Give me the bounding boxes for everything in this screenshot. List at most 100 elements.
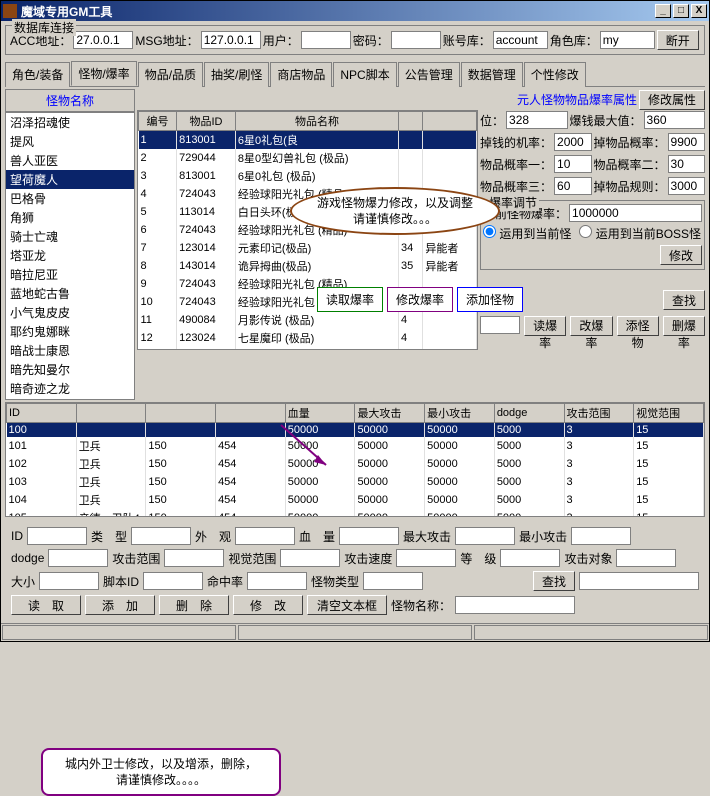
monster-item[interactable]: 角狮 <box>6 208 134 227</box>
maximize-button[interactable]: □ <box>673 4 689 18</box>
f-scriptid-input[interactable] <box>143 572 203 590</box>
monster-item[interactable]: 暗先知曼尔 <box>6 360 134 379</box>
acctdb-input[interactable] <box>493 31 548 49</box>
guard-col-header[interactable]: 最大攻击 <box>355 404 425 423</box>
prob2-input[interactable] <box>668 155 705 173</box>
item-row[interactable]: 8143014诡异拇曲(极品)35异能者 <box>139 257 477 275</box>
addmon-button[interactable]: 添怪物 <box>617 316 659 336</box>
f-size-input[interactable] <box>39 572 99 590</box>
modrate-button[interactable]: 改爆率 <box>570 316 612 336</box>
tab-3[interactable]: 抽奖/刷怪 <box>204 62 269 87</box>
guard-row[interactable]: 102卫兵1504545000050000500005000315 <box>7 455 704 473</box>
rule-input[interactable] <box>668 177 705 195</box>
find-button[interactable]: 查找 <box>663 290 705 310</box>
f-maxatk-input[interactable] <box>455 527 515 545</box>
prob1-input[interactable] <box>554 155 591 173</box>
f-hitrate-input[interactable] <box>247 572 307 590</box>
item-row[interactable]: 6724043经验球阳光礼包 (精品) <box>139 221 477 239</box>
guard-col-header[interactable]: dodge <box>494 404 564 423</box>
item-row[interactable]: 38130016星0礼包 (极品) <box>139 167 477 185</box>
item-table[interactable]: 编号物品ID物品名称18130016星0礼包(良 27290448星0型幻兽礼包… <box>137 110 478 350</box>
f-look-input[interactable] <box>235 527 295 545</box>
guard-row[interactable]: 101卫兵1504545000050000500005000315 <box>7 437 704 455</box>
guard-row[interactable]: 103卫兵1504545000050000500005000315 <box>7 473 704 491</box>
item-col-header[interactable]: 物品名称 <box>235 112 398 131</box>
user-input[interactable] <box>301 31 351 49</box>
tab-6[interactable]: 公告管理 <box>398 62 460 87</box>
monster-item[interactable]: 沼泽招魂使 <box>6 113 134 132</box>
delrate-button[interactable]: 删爆率 <box>663 316 705 336</box>
item-row[interactable]: 13143024神树年轮 (极品)42异能者 <box>139 347 477 350</box>
monster-item[interactable]: 暗战士康恩 <box>6 341 134 360</box>
item-row[interactable]: 9724043经验球阳光礼包 (精品) <box>139 275 477 293</box>
tab-4[interactable]: 商店物品 <box>270 62 332 87</box>
disconnect-button[interactable]: 断开 <box>657 30 699 50</box>
tab-0[interactable]: 角色/装备 <box>5 62 70 87</box>
search-input[interactable] <box>579 572 699 590</box>
f-level-input[interactable] <box>500 549 560 567</box>
monster-item[interactable]: 兽人亚医 <box>6 151 134 170</box>
tab-8[interactable]: 个性修改 <box>524 62 586 87</box>
amount-input[interactable] <box>668 133 705 151</box>
mod-button[interactable]: 修 改 <box>233 595 303 615</box>
item-row[interactable]: 5113014白日头环(极品)31异能者 <box>139 203 477 221</box>
f-blood-input[interactable] <box>339 527 399 545</box>
clear-button[interactable]: 清空文本框 <box>307 595 387 615</box>
guard-row[interactable]: 1005000050000500005000315 <box>7 423 704 438</box>
f-atkrange-input[interactable] <box>164 549 224 567</box>
modify-props-button[interactable]: 修改属性 <box>639 90 705 110</box>
guard-col-header[interactable] <box>76 404 146 423</box>
item-row[interactable]: 7123014元素印记(极品)34异能者 <box>139 239 477 257</box>
guard-col-header[interactable]: ID <box>7 404 77 423</box>
f-atkspeed-input[interactable] <box>396 549 456 567</box>
tab-1[interactable]: 怪物/爆率 <box>71 61 136 86</box>
guard-col-header[interactable] <box>216 404 286 423</box>
minimize-button[interactable]: _ <box>655 4 671 18</box>
prob3-input[interactable] <box>554 177 591 195</box>
monster-item[interactable]: 暗奇迹之龙 <box>6 379 134 398</box>
item-row[interactable]: 18130016星0礼包(良 <box>139 131 477 150</box>
guard-row[interactable]: 105辛德・卫队41504545000050000500005000315 <box>7 509 704 517</box>
tab-5[interactable]: NPC脚本 <box>333 62 396 87</box>
tab-2[interactable]: 物品/品质 <box>138 62 203 87</box>
item-row[interactable]: 27290448星0型幻兽礼包 (极品) <box>139 149 477 167</box>
del-button[interactable]: 删 除 <box>159 595 229 615</box>
max-input[interactable] <box>644 111 705 129</box>
search-button[interactable]: 查找 <box>533 571 575 591</box>
f-viewrange-input[interactable] <box>280 549 340 567</box>
f-type-input[interactable] <box>131 527 191 545</box>
f-id-input[interactable] <box>27 527 87 545</box>
monster-item[interactable]: 提风 <box>6 132 134 151</box>
item-col-header[interactable]: 物品ID <box>177 112 236 131</box>
f-monname-input[interactable] <box>455 596 575 614</box>
monster-item[interactable]: 蓝地蛇古鲁 <box>6 284 134 303</box>
monster-item[interactable]: 塔亚龙 <box>6 246 134 265</box>
f-atktarget-input[interactable] <box>616 549 676 567</box>
roledb-input[interactable] <box>600 31 655 49</box>
monster-item[interactable]: 巴格骨 <box>6 189 134 208</box>
item-row[interactable]: 12123024七星魔印 (极品)4 <box>139 329 477 347</box>
rate-modify-button[interactable]: 修改 <box>660 245 702 265</box>
item-row[interactable]: 10724043经验球阳光礼包 (精品) <box>139 293 477 311</box>
dropchance-input[interactable] <box>554 133 591 151</box>
radio-boss[interactable]: 运用到当前BOSS怪 <box>579 225 701 242</box>
find-input[interactable] <box>480 316 520 334</box>
monster-item[interactable]: 暗拉尼亚 <box>6 265 134 284</box>
monster-item[interactable]: 小气鬼皮皮 <box>6 303 134 322</box>
item-row[interactable]: 11490084月影传说 (极品)4 <box>139 311 477 329</box>
guard-col-header[interactable]: 最小攻击 <box>425 404 495 423</box>
add-button[interactable]: 添 加 <box>85 595 155 615</box>
monster-list[interactable]: 沼泽招魂使提风兽人亚医望荷魔人巴格骨角狮骑士亡魂塔亚龙暗拉尼亚蓝地蛇古鲁小气鬼皮… <box>5 112 135 400</box>
read-button[interactable]: 读 取 <box>11 595 81 615</box>
tab-7[interactable]: 数据管理 <box>461 62 523 87</box>
pass-input[interactable] <box>391 31 441 49</box>
f-minatk-input[interactable] <box>571 527 631 545</box>
item-col-header[interactable]: 编号 <box>139 112 177 131</box>
monster-item[interactable]: 望荷魔人 <box>6 170 134 189</box>
f-montype-input[interactable] <box>363 572 423 590</box>
item-col-header[interactable] <box>399 112 423 131</box>
radio-current[interactable]: 运用到当前怪 <box>483 225 571 242</box>
item-col-header[interactable] <box>423 112 477 131</box>
monster-item[interactable]: 骑士亡魂 <box>6 227 134 246</box>
monster-item[interactable]: 耶约鬼娜眯 <box>6 322 134 341</box>
